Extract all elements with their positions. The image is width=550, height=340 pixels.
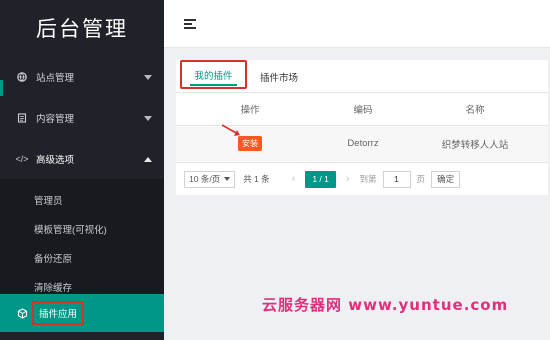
sidebar-item-content-management[interactable]: 内容管理 — [0, 97, 164, 138]
page-unit-label: 页 — [416, 174, 426, 184]
tab-label: 我的插件 — [194, 70, 233, 82]
total-count: 共 1 条 — [243, 174, 270, 184]
tab-bar: 我的插件 插件市场 — [176, 60, 548, 93]
pagination: 10 条/页 共 1 条 ‹ 1 / 1 › 到第 页 确定 — [184, 169, 461, 189]
submenu-item-backup[interactable]: 备份还原 — [0, 243, 164, 272]
install-button[interactable]: 安装 — [238, 136, 262, 151]
globe-icon — [16, 71, 28, 83]
tab-plugin-market[interactable]: 插件市场 — [260, 60, 298, 93]
chevron-up-icon — [144, 156, 152, 162]
page-size-select[interactable]: 10 条/页 — [184, 170, 236, 188]
top-bar — [164, 0, 550, 48]
tab-my-plugins[interactable]: 我的插件 — [180, 60, 247, 89]
sidebar-item-label: 站点管理 — [36, 72, 75, 84]
current-page[interactable]: 1 / 1 — [305, 170, 336, 188]
watermark: 云服务器网 www.yuntue.com — [262, 296, 509, 314]
column-header-action: 操作 — [176, 93, 324, 126]
sidebar-item-plugins[interactable]: 插件应用 — [0, 294, 164, 332]
app-logo: 后台管理 — [36, 17, 128, 41]
chevron-down-icon — [224, 177, 231, 181]
prev-page-button[interactable]: ‹ — [292, 173, 296, 185]
active-indicator — [0, 80, 3, 96]
cube-icon — [16, 307, 28, 319]
plugin-panel: 我的插件 插件市场 操作 编码 名称 安装 Detorrz 织梦转移人人站 10… — [176, 60, 548, 195]
submenu-item-template[interactable]: 模板管理(可视化) — [0, 214, 164, 243]
next-page-button[interactable]: › — [346, 173, 350, 185]
chevron-down-icon — [144, 74, 152, 80]
sidebar-item-label: 高级选项 — [36, 154, 75, 166]
confirm-button[interactable]: 确定 — [431, 170, 461, 188]
code-cell: Detorrz — [324, 125, 402, 163]
code-icon: </> — [15, 153, 29, 164]
page-size-value: 10 条/页 — [189, 174, 221, 184]
submenu-item-admin[interactable]: 管理员 — [0, 185, 164, 214]
document-icon — [16, 112, 28, 124]
advanced-submenu: 管理员 模板管理(可视化) 备份还原 清除缓存 — [0, 179, 164, 305]
column-header-name: 名称 — [402, 93, 548, 126]
sidebar-item-site-management[interactable]: 站点管理 — [0, 56, 164, 97]
sidebar: 后台管理 站点管理 内容管理 </> 高级选项 管理员 模板管理(可视化) 备份… — [0, 0, 164, 340]
tab-active-underline — [190, 84, 237, 86]
tab-label: 插件市场 — [260, 72, 299, 84]
column-header-code: 编码 — [324, 93, 402, 126]
goto-label: 到第 — [359, 174, 377, 184]
red-arrow-annotation — [221, 124, 240, 136]
sidebar-item-advanced-options[interactable]: </> 高级选项 — [0, 138, 164, 179]
sidebar-item-label: 内容管理 — [36, 113, 75, 125]
name-cell: 织梦转移人人站 — [402, 125, 548, 163]
action-cell: 安装 — [176, 125, 324, 163]
goto-page-input[interactable] — [382, 170, 411, 188]
chevron-down-icon — [144, 115, 152, 121]
menu-toggle-icon[interactable] — [184, 19, 196, 29]
sidebar-item-label: 插件应用 — [32, 301, 85, 325]
table-header-row: 操作 编码 名称 — [176, 93, 548, 126]
